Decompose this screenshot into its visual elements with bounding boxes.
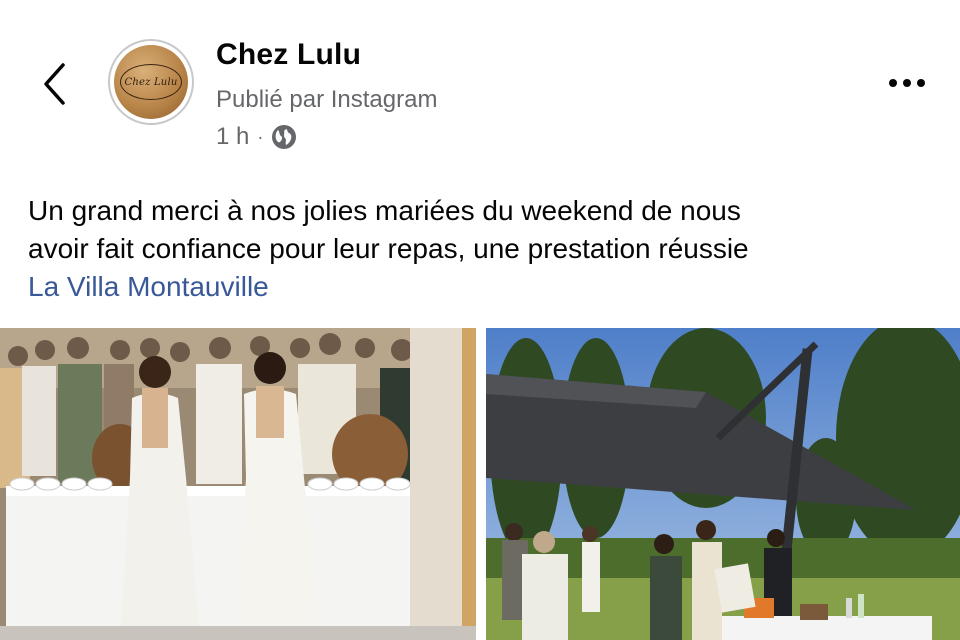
wedding-reception-image [0,328,476,640]
post-caption: Un grand merci à nos jolies mariées du w… [28,192,938,306]
chevron-left-icon [44,63,65,105]
logo-oval: Chez Lulu [120,64,182,100]
post-time[interactable]: 1 h [216,123,249,151]
caption-line-2: avoir fait confiance pour leur repas, un… [28,233,749,264]
caption-line-1: Un grand merci à nos jolies mariées du w… [28,195,741,226]
globe-icon[interactable] [271,124,297,150]
more-dot [903,79,911,87]
page-name[interactable]: Chez Lulu [216,38,361,72]
page-logo: Chez Lulu [114,45,188,119]
more-dot [889,79,897,87]
avatar[interactable]: Chez Lulu [108,39,194,125]
back-button[interactable] [34,58,74,110]
post-meta: 1 h · [216,122,297,152]
post-photo-2[interactable] [486,328,960,640]
published-via: Publié par Instagram [216,86,438,113]
post-photo-1[interactable] [0,328,476,640]
location-tag-link[interactable]: La Villa Montauville [28,268,269,306]
meta-separator: · [257,126,264,147]
more-options-button[interactable] [880,66,934,100]
garden-party-image [486,328,960,640]
logo-text: Chez Lulu [124,76,178,88]
more-dot [917,79,925,87]
